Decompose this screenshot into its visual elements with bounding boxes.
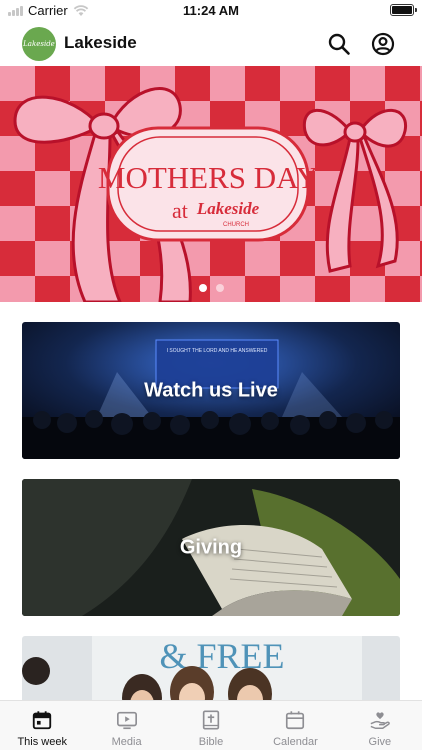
hero-brand-sub: CHURCH: [223, 222, 249, 228]
carousel-dot-2[interactable]: [215, 284, 224, 292]
calendar-day-icon: [33, 711, 52, 730]
give-hand-icon: [370, 712, 390, 729]
watch-live-card[interactable]: I SOUGHT THE LORD AND HE ANSWERED Watch …: [22, 322, 400, 459]
hero-subline: at: [172, 198, 188, 223]
tab-give[interactable]: Give: [338, 701, 422, 750]
hero-banner[interactable]: MOTHERS DAY at Lakeside CHURCH: [0, 66, 422, 302]
sign-text: & FREE: [159, 636, 284, 676]
clock: 11:24 AM: [183, 3, 239, 18]
play-screen-icon: [116, 711, 137, 730]
tab-this-week[interactable]: This week: [0, 701, 84, 750]
carousel-indicator[interactable]: [0, 284, 422, 292]
bottom-tab-bar: This week Media Bible Calendar Give: [0, 700, 422, 750]
app-title: Lakeside: [64, 33, 137, 52]
calendar-icon: [286, 711, 305, 730]
giving-card[interactable]: Giving: [22, 479, 400, 616]
tab-calendar[interactable]: Calendar: [253, 701, 337, 750]
search-icon[interactable]: [327, 32, 351, 56]
tab-label: Give: [368, 736, 392, 748]
tab-label: Calendar: [273, 736, 318, 748]
hero-headline: MOTHERS DAY: [98, 160, 318, 195]
profile-icon[interactable]: [371, 32, 395, 56]
tab-label: This week: [17, 736, 67, 748]
bible-icon: [202, 710, 220, 730]
app-header: Lakeside Lakeside: [0, 22, 422, 66]
church-logo[interactable]: Lakeside: [22, 27, 56, 61]
mothers-day-artwork: MOTHERS DAY at Lakeside CHURCH: [0, 66, 422, 302]
hero-brand: Lakeside: [196, 199, 260, 218]
giving-label: Giving: [179, 536, 243, 558]
tab-label: Media: [111, 736, 142, 748]
carousel-dot-1[interactable]: [198, 284, 207, 292]
tab-media[interactable]: Media: [84, 701, 168, 750]
tab-label: Bible: [198, 736, 224, 748]
watch-live-label: Watch us Live: [144, 379, 278, 401]
screen-lyrics: I SOUGHT THE LORD AND HE ANSWERED: [167, 348, 268, 354]
battery-icon: [390, 4, 417, 16]
tab-bible[interactable]: Bible: [169, 701, 253, 750]
status-bar: Carrier 11:24 AM: [0, 0, 422, 22]
